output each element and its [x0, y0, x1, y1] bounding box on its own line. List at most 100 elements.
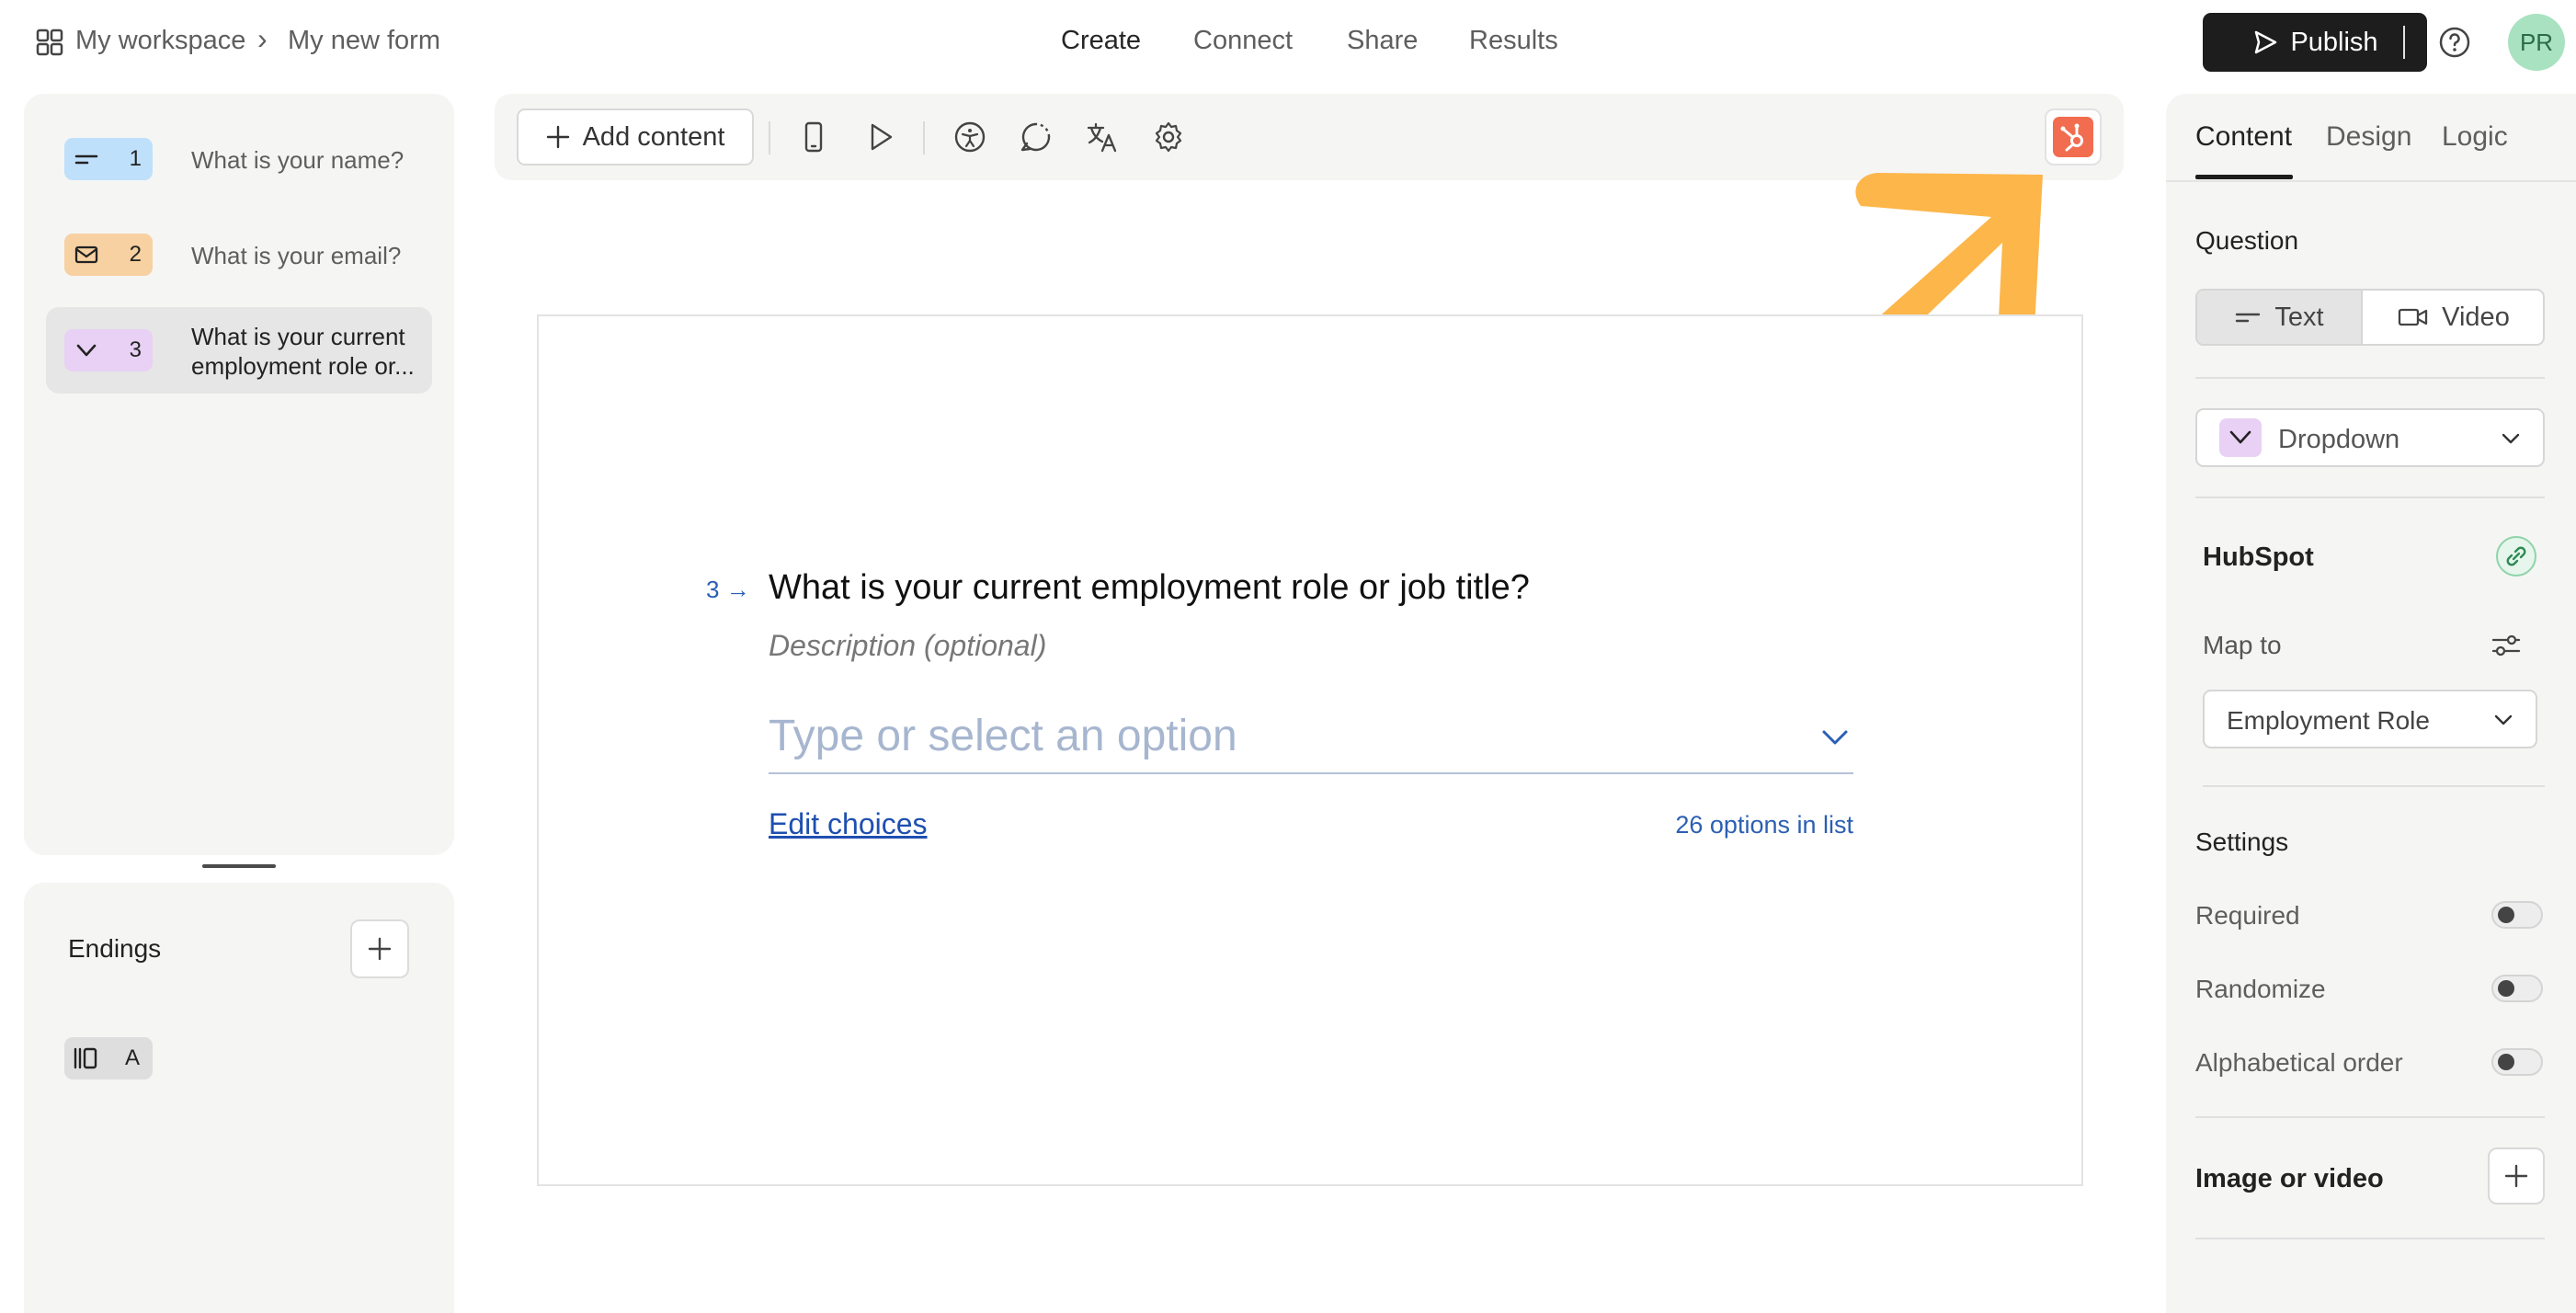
setting-required-label: Required [2195, 901, 2300, 930]
hubspot-logo-bg [2053, 117, 2093, 157]
edit-choices-link[interactable]: Edit choices [769, 807, 928, 841]
ending-screen-icon [74, 1047, 97, 1069]
settings-gear-icon[interactable] [1151, 120, 1186, 154]
nav-tab-share[interactable]: Share [1347, 26, 1418, 56]
panel-resize-handle[interactable] [202, 864, 276, 868]
accessibility-icon[interactable] [952, 120, 987, 154]
endings-panel: Endings A [24, 883, 454, 1313]
question-title[interactable]: What is your current employment role or … [769, 568, 1530, 608]
question-type-label: Dropdown [2278, 425, 2400, 454]
tab-content[interactable]: Content [2195, 121, 2292, 153]
dropdown-input[interactable] [769, 708, 1780, 763]
image-video-section-title: Image or video [2195, 1164, 2384, 1193]
question-badge-3: 3 [64, 329, 153, 371]
video-format-label: Video [2442, 302, 2510, 332]
randomize-toggle[interactable] [2491, 975, 2543, 1002]
properties-panel: Content Design Logic Question Text Video [2166, 94, 2576, 1313]
options-count: 26 options in list [1675, 811, 1853, 839]
dropdown-icon [2229, 430, 2251, 444]
breadcrumb-form-name[interactable]: My new form [288, 26, 440, 56]
toolbar-divider [769, 121, 770, 154]
video-format-button[interactable]: Video [2361, 291, 2543, 344]
question-label-line1: What is your current [191, 323, 405, 350]
question-number-indicator: 3 → [706, 576, 750, 603]
question-format-toggle: Text Video [2195, 289, 2545, 346]
dropdown-field[interactable] [769, 708, 1853, 774]
dropdown-type-badge [2219, 418, 2262, 457]
nav-tab-connect[interactable]: Connect [1193, 26, 1293, 56]
plus-icon [368, 937, 392, 961]
questions-panel: 1 What is your name? 2 What is your emai… [24, 94, 454, 855]
tab-logic[interactable]: Logic [2442, 121, 2508, 153]
setting-randomize-label: Randomize [2195, 975, 2326, 1003]
hubspot-integration-button[interactable] [2045, 108, 2102, 166]
required-toggle[interactable] [2491, 901, 2543, 929]
email-icon [74, 245, 98, 264]
question-number: 1 [129, 146, 142, 171]
map-to-label: Map to [2203, 631, 2282, 659]
top-divider [2403, 26, 2405, 59]
alphabetical-order-toggle[interactable] [2491, 1048, 2543, 1076]
question-label-line2: employment role or... [191, 352, 415, 380]
add-ending-button[interactable] [350, 919, 409, 978]
question-label: What is your name? [191, 146, 405, 174]
connected-link-icon[interactable] [2495, 535, 2537, 577]
question-type-select[interactable]: Dropdown [2195, 408, 2545, 467]
sliders-icon[interactable] [2490, 629, 2523, 662]
breadcrumb-separator: › [257, 22, 268, 55]
question-description[interactable]: Description (optional) [769, 629, 1046, 663]
workspace-grid-icon[interactable] [35, 28, 64, 57]
tabs-divider [2166, 180, 2576, 182]
short-text-icon [74, 154, 98, 165]
user-avatar[interactable]: PR [2508, 14, 2565, 71]
ending-letter: A [124, 1045, 140, 1070]
question-number: 2 [129, 242, 142, 267]
divider [2195, 377, 2545, 379]
short-text-icon [2236, 313, 2261, 323]
breadcrumb-workspace[interactable]: My workspace [75, 26, 245, 56]
hubspot-icon [2060, 123, 2083, 152]
hubspot-section-title: HubSpot [2203, 542, 2314, 572]
add-image-video-button[interactable] [2488, 1147, 2545, 1205]
active-tab-indicator [2195, 175, 2293, 179]
map-to-select[interactable]: Employment Role [2203, 690, 2537, 748]
question-label: What is your email? [191, 242, 402, 269]
divider [2203, 785, 2545, 787]
nav-tab-create[interactable]: Create [1061, 26, 1141, 56]
setting-alphabetical-label: Alphabetical order [2195, 1048, 2403, 1077]
add-content-label: Add content [582, 121, 725, 152]
nav-tab-results[interactable]: Results [1469, 26, 1558, 56]
top-bar: My workspace › My new form Create Connec… [0, 0, 2576, 85]
publish-label: Publish [2290, 27, 2378, 57]
question-number: 3 [129, 337, 142, 362]
dropdown-icon [76, 344, 97, 357]
play-preview-icon[interactable] [862, 120, 897, 154]
plus-icon [546, 125, 569, 149]
chevron-down-icon [2502, 433, 2520, 444]
add-content-button[interactable]: Add content [517, 108, 754, 166]
question-section-title: Question [2195, 226, 2299, 255]
divider [2195, 497, 2545, 498]
divider [2195, 1116, 2545, 1118]
ending-item-a[interactable]: A [64, 1037, 153, 1079]
help-icon[interactable] [2438, 26, 2471, 59]
video-camera-icon [2399, 308, 2428, 326]
logic-flow-icon[interactable] [1019, 120, 1054, 154]
tab-design[interactable]: Design [2326, 121, 2411, 153]
mobile-preview-icon[interactable] [796, 120, 831, 154]
publish-button[interactable]: Publish [2203, 13, 2427, 72]
translate-icon[interactable] [1085, 120, 1120, 154]
send-icon [2255, 30, 2277, 54]
endings-title: Endings [68, 934, 162, 963]
form-canvas: 3 → What is your current employment role… [537, 314, 2083, 1186]
settings-section-title: Settings [2195, 828, 2289, 856]
divider [2195, 1238, 2545, 1239]
chevron-down-icon[interactable] [1817, 719, 1853, 756]
plus-icon [2504, 1164, 2528, 1188]
toolbar-divider [923, 121, 925, 154]
text-format-button[interactable]: Text [2197, 291, 2361, 344]
chevron-down-icon [2494, 714, 2513, 725]
text-format-label: Text [2274, 302, 2324, 332]
question-badge-2: 2 [64, 234, 153, 276]
map-to-value: Employment Role [2227, 706, 2430, 735]
